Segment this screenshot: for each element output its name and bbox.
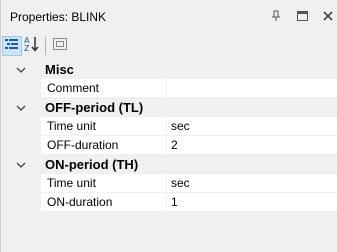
- property-name: Comment: [41, 79, 167, 98]
- property-row-on-duration[interactable]: ON-duration 1: [1, 193, 337, 212]
- property-value[interactable]: sec: [167, 174, 337, 193]
- property-value[interactable]: 2: [167, 136, 337, 155]
- alphabetical-sort-icon: A Z: [23, 35, 41, 56]
- category-label: Misc: [45, 62, 74, 77]
- property-row-time-unit[interactable]: Time unit sec: [1, 174, 337, 193]
- property-name: Time unit: [41, 174, 167, 193]
- category-label: ON-period (TH): [45, 157, 139, 172]
- alphabetical-button[interactable]: A Z: [22, 36, 42, 56]
- properties-panel: Properties: BLINK A Z Misc Comment OFF-p…: [0, 0, 337, 252]
- property-name: Time unit: [41, 117, 167, 136]
- property-pages-button[interactable]: [50, 36, 70, 56]
- property-row-time-unit[interactable]: Time unit sec: [1, 117, 337, 136]
- categorized-button[interactable]: [2, 35, 22, 56]
- category-label: OFF-period (TL): [45, 100, 144, 115]
- properties-toolbar: A Z: [1, 33, 337, 58]
- window-controls: [270, 9, 334, 23]
- chevron-down-icon: [16, 100, 26, 115]
- pin-icon[interactable]: [270, 9, 282, 23]
- property-value[interactable]: 1: [167, 193, 337, 212]
- property-name: OFF-duration: [41, 136, 167, 155]
- collapse-toggle[interactable]: [1, 155, 41, 174]
- category-row-misc[interactable]: Misc: [1, 60, 337, 79]
- categorized-icon: [4, 37, 20, 54]
- category-row-off-period[interactable]: OFF-period (TL): [1, 98, 337, 117]
- property-row-off-duration[interactable]: OFF-duration 2: [1, 136, 337, 155]
- property-value[interactable]: [167, 79, 337, 98]
- collapse-toggle[interactable]: [1, 60, 41, 79]
- property-name: ON-duration: [41, 193, 167, 212]
- panel-titlebar: Properties: BLINK: [1, 0, 337, 33]
- chevron-down-icon: [16, 157, 26, 172]
- chevron-down-icon: [16, 62, 26, 77]
- category-row-on-period[interactable]: ON-period (TH): [1, 155, 337, 174]
- close-icon[interactable]: [322, 9, 334, 23]
- property-pages-icon: [52, 37, 68, 54]
- collapse-toggle[interactable]: [1, 98, 41, 117]
- svg-text:Z: Z: [24, 44, 30, 53]
- panel-title: Properties: BLINK: [10, 9, 107, 24]
- toolbar-separator: [45, 36, 46, 55]
- maximize-icon[interactable]: [296, 9, 308, 23]
- property-row-comment[interactable]: Comment: [1, 79, 337, 98]
- property-grid: Misc Comment OFF-period (TL) Time unit s…: [1, 60, 337, 212]
- property-value[interactable]: sec: [167, 117, 337, 136]
